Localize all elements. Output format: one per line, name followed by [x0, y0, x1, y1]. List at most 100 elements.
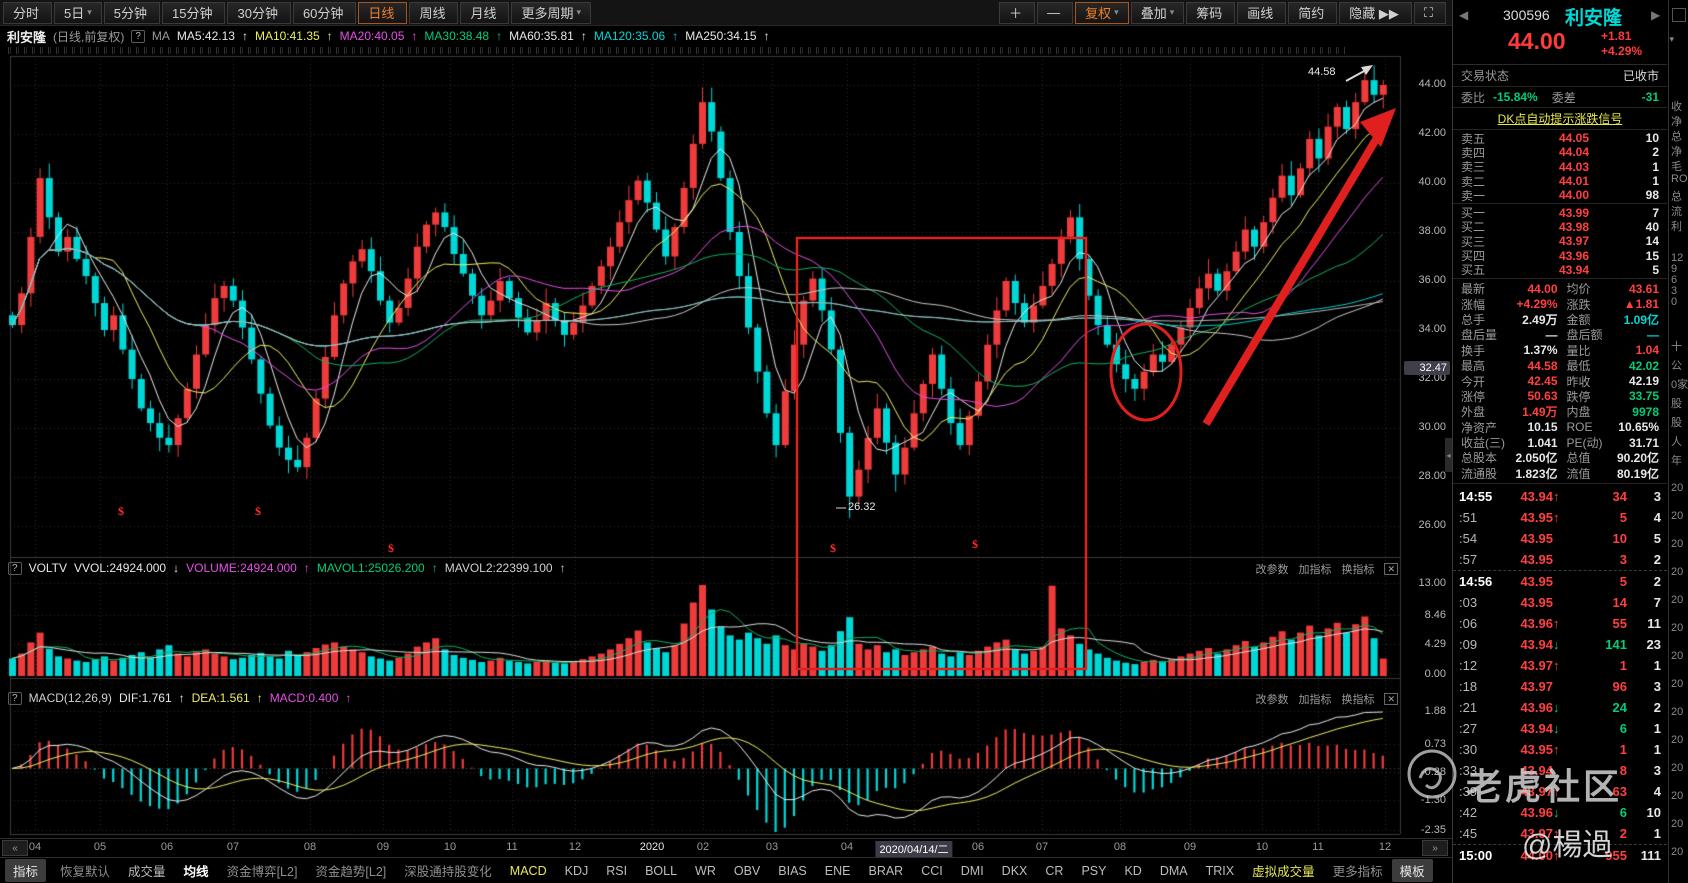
indicator-tab[interactable]: WR: [686, 862, 725, 880]
order-book-sells: 卖五 44.05 10 卖四 44.04 2 卖三 44.03 1 卖二 44.…: [1453, 130, 1667, 205]
indicator-tab[interactable]: KDJ: [556, 862, 598, 880]
next-stock-icon[interactable]: ▶: [1651, 8, 1660, 22]
tape-row[interactable]: :30 43.95 ↑ 1 1: [1453, 739, 1667, 760]
strip-char: 0: [1671, 296, 1678, 308]
dk-signal-link[interactable]: DK点自动提示涨跌信号: [1498, 110, 1623, 127]
close-icon[interactable]: ✕: [1384, 563, 1398, 575]
stat-row: 收益(三) 1.041 PE(动) 31.71: [1453, 435, 1667, 451]
tape-time: :18: [1459, 679, 1478, 695]
indicator-tab[interactable]: ENE: [816, 862, 860, 880]
tape-count: 1: [1653, 658, 1661, 674]
strip-char: 20: [1671, 594, 1684, 606]
tape-row[interactable]: :03 43.95 14 7: [1453, 592, 1667, 613]
stat-row: 净资产 10.15 ROE 10.65%: [1453, 419, 1667, 435]
close-icon[interactable]: ✕: [1384, 693, 1398, 705]
indicator-tab[interactable]: CCI: [912, 862, 952, 880]
tape-row[interactable]: 15:00 44.00 ↑ 955 111: [1453, 844, 1667, 866]
prev-stock-icon[interactable]: ◀: [1459, 8, 1468, 22]
month-label: 09: [1183, 841, 1197, 853]
stat-row: 盘后量 — 盘后额 —: [1453, 327, 1667, 343]
tape-price: 43.94: [1520, 763, 1553, 779]
tape-volume: 24: [1612, 700, 1627, 716]
indicator-tab[interactable]: MACD: [501, 862, 556, 880]
indicator-tab[interactable]: PSY: [1072, 862, 1115, 880]
indicator-tab[interactable]: KD: [1115, 862, 1150, 880]
stat-value: 1.49万: [1522, 405, 1558, 420]
indicator-tab[interactable]: 指标: [5, 859, 47, 882]
indicator-tab[interactable]: 均线: [175, 859, 218, 882]
panel-tool-link[interactable]: 换指标: [1341, 561, 1374, 577]
strip-char: 净: [1671, 116, 1682, 128]
strip-char: 利: [1671, 221, 1682, 233]
month-label: 11: [506, 841, 518, 853]
candlestick-chart[interactable]: [0, 0, 1452, 840]
help-icon[interactable]: ?: [8, 691, 22, 705]
indicator-tab[interactable]: RSI: [597, 862, 636, 880]
stat-row: 最新 44.00 均价 43.61: [1453, 281, 1667, 297]
tape-row[interactable]: :42 43.96 ↓ 6 10: [1453, 802, 1667, 823]
panel-tool-link[interactable]: 加指标: [1298, 561, 1331, 577]
month-label: 07: [1035, 841, 1049, 853]
tape-row[interactable]: :18 43.97 96 3: [1453, 676, 1667, 697]
tape-row[interactable]: 14:56 43.95 5 2: [1453, 570, 1667, 592]
tape-volume: 3: [1619, 552, 1627, 568]
tape-row[interactable]: :39 43.97 ↑ 63 4: [1453, 781, 1667, 802]
indicator-tab[interactable]: 资金博弈[L2]: [218, 859, 307, 882]
panel-tool-link[interactable]: 加指标: [1298, 691, 1331, 707]
tape-row[interactable]: :33 43.94 8 3: [1453, 760, 1667, 781]
tape-row[interactable]: :51 43.95 ↑ 5 4: [1453, 507, 1667, 528]
indicator-tab[interactable]: OBV: [725, 862, 769, 880]
tape-row[interactable]: :21 43.96 ↓ 24 2: [1453, 697, 1667, 718]
panel-tool-link[interactable]: 换指标: [1341, 691, 1374, 707]
panel-tool-links: 改参数 加指标 换指标: [1255, 691, 1374, 707]
tape-row[interactable]: :27 43.94 ↓ 6 1: [1453, 718, 1667, 739]
indicator-tab[interactable]: 虚拟成交量: [1243, 859, 1324, 882]
indicator-tab[interactable]: CR: [1036, 862, 1072, 880]
tape-direction-icon: ↓: [1553, 805, 1560, 821]
buy-level-row[interactable]: 买五 43.94 5: [1453, 262, 1667, 278]
indicator-tab[interactable]: 深股通持股变化: [395, 859, 501, 882]
indicator-tab[interactable]: 更多指标: [1324, 859, 1392, 882]
tape-row[interactable]: :45 43.97 ↑ 2 1: [1453, 823, 1667, 844]
indicator-tab[interactable]: BRAR: [859, 862, 912, 880]
indicator-tab[interactable]: 资金趋势[L2]: [306, 859, 395, 882]
indicator-tab[interactable]: 成交量: [119, 859, 175, 882]
level-volume: 10: [1645, 131, 1659, 146]
tape-price: 44.00: [1520, 848, 1553, 864]
panel-tool-link[interactable]: 改参数: [1255, 561, 1288, 577]
scroll-right-button[interactable]: »: [1422, 840, 1448, 856]
stat-value: 31.71: [1628, 435, 1659, 450]
strip-char: 20: [1671, 762, 1684, 774]
indicator-tab[interactable]: 模板: [1391, 859, 1433, 882]
tape-row[interactable]: 14:55 43.94 ↑ 34 3: [1453, 486, 1667, 507]
tape-direction-icon: ↓: [1553, 637, 1560, 653]
volume-value: ↑: [431, 561, 438, 575]
tape-row[interactable]: :09 43.94 ↓ 141 23: [1453, 634, 1667, 655]
tape-volume: 1: [1619, 658, 1627, 674]
panel-tool-link[interactable]: 改参数: [1255, 691, 1288, 707]
indicator-tab[interactable]: DMA: [1151, 862, 1197, 880]
tape-row[interactable]: :06 43.96 ↑ 55 11: [1453, 613, 1667, 634]
tape-row[interactable]: :54 43.95 10 5: [1453, 528, 1667, 549]
sell-level-row[interactable]: 卖一 44.00 98: [1453, 188, 1667, 203]
stat-row: 涨停 50.63 跌停 33.75: [1453, 389, 1667, 404]
indicator-tab[interactable]: DKX: [993, 862, 1037, 880]
panel-collapse-handle[interactable]: ◂: [1445, 438, 1452, 472]
help-icon[interactable]: ?: [8, 561, 22, 575]
indicator-tab[interactable]: TRIX: [1197, 862, 1243, 880]
trading-app: 分时5日▾5分钟15分钟30分钟60分钟日线周线月线更多周期▾ ＋—复权▾叠加▾…: [0, 0, 1688, 883]
month-label: 11: [1312, 841, 1324, 853]
indicator-tab[interactable]: DMI: [952, 862, 993, 880]
tape-row[interactable]: :57 43.95 3 2: [1453, 549, 1667, 570]
strip-char: 净: [1671, 146, 1682, 158]
strip-char: 20: [1671, 482, 1684, 494]
tape-row[interactable]: :12 43.97 ↑ 1 1: [1453, 655, 1667, 676]
level-price: 43.94: [1558, 262, 1589, 277]
volume-value: ↓: [173, 561, 180, 575]
indicator-tab[interactable]: BOLL: [636, 862, 686, 880]
strip-char: 股: [1671, 398, 1682, 410]
indicator-tab[interactable]: BIAS: [769, 862, 816, 880]
indicator-tab[interactable]: 恢复默认: [51, 859, 119, 882]
scroll-left-button[interactable]: «: [2, 840, 28, 856]
stats-grid: 最新 44.00 均价 43.61 涨幅 +4.29% 涨跌 ▲1.81 总手 …: [1453, 279, 1667, 485]
